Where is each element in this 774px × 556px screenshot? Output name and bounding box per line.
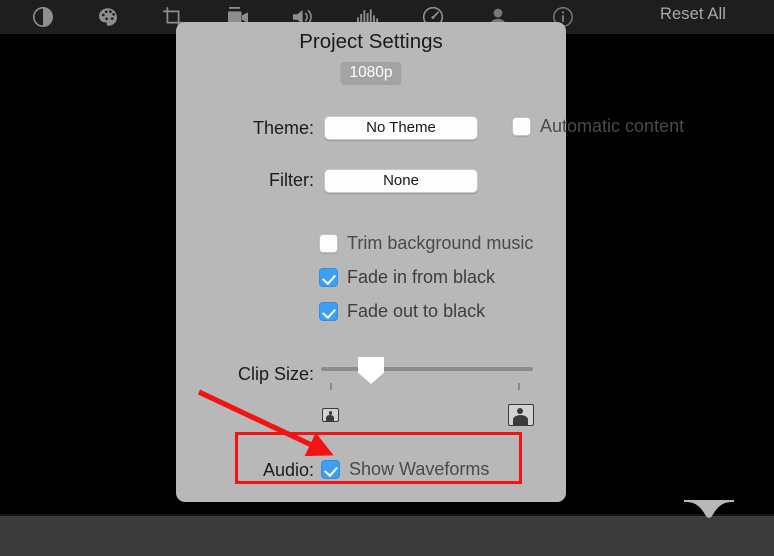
page-title: Project Settings — [299, 30, 443, 53]
fade-out-to-black-row[interactable]: Fade out to black — [319, 301, 485, 322]
audio-row-label: Audio: — [214, 460, 314, 481]
trim-background-music-row[interactable]: Trim background music — [319, 233, 533, 254]
fade-in-from-black-label: Fade in from black — [347, 267, 496, 287]
trim-background-music-checkbox[interactable] — [319, 234, 338, 253]
theme-label: Theme: — [252, 118, 314, 138]
small-clip-icon — [322, 408, 339, 422]
filter-label: Filter: — [269, 170, 314, 190]
clip-size-slider[interactable] — [321, 357, 533, 390]
clip-size-row-label: Clip Size: — [194, 364, 314, 385]
color-correction-icon[interactable] — [95, 4, 121, 30]
clip-size-label: Clip Size: — [237, 364, 314, 384]
fade-out-to-black-label: Fade out to black — [347, 301, 486, 321]
trim-background-music-label: Trim background music — [347, 233, 534, 253]
bottom-toolbar: Settings — [0, 516, 774, 556]
show-waveforms-checkbox[interactable] — [321, 460, 340, 479]
resolution-badge: 1080p — [340, 62, 402, 85]
show-waveforms-row[interactable]: Show Waveforms — [321, 459, 489, 480]
filter-popup-button[interactable]: None — [324, 169, 478, 193]
audio-label: Audio: — [262, 460, 314, 480]
fade-in-from-black-checkbox[interactable] — [319, 268, 338, 287]
automatic-content-label: Automatic content — [540, 116, 685, 136]
color-balance-icon[interactable] — [30, 4, 56, 30]
automatic-content-row[interactable]: Automatic content — [512, 116, 684, 137]
reset-all-button[interactable]: Reset All — [660, 5, 726, 24]
clip-size-tick-max — [518, 383, 520, 390]
theme-popup-button[interactable]: No Theme — [324, 116, 478, 140]
fade-in-from-black-row[interactable]: Fade in from black — [319, 267, 495, 288]
large-clip-icon — [508, 404, 534, 426]
theme-row-label: Theme: — [210, 118, 314, 139]
clip-size-tick-min — [330, 383, 332, 390]
filter-row-label: Filter: — [210, 170, 314, 191]
automatic-content-checkbox[interactable] — [512, 117, 531, 136]
clip-size-slider-track[interactable] — [321, 367, 533, 371]
project-settings-popover: Project Settings 1080p Theme: No Theme A… — [176, 22, 684, 502]
popover-tail — [684, 500, 734, 526]
app-window: Reset All Settings Project Settings 1080… — [0, 0, 774, 556]
show-waveforms-label: Show Waveforms — [349, 459, 490, 479]
fade-out-to-black-checkbox[interactable] — [319, 302, 338, 321]
